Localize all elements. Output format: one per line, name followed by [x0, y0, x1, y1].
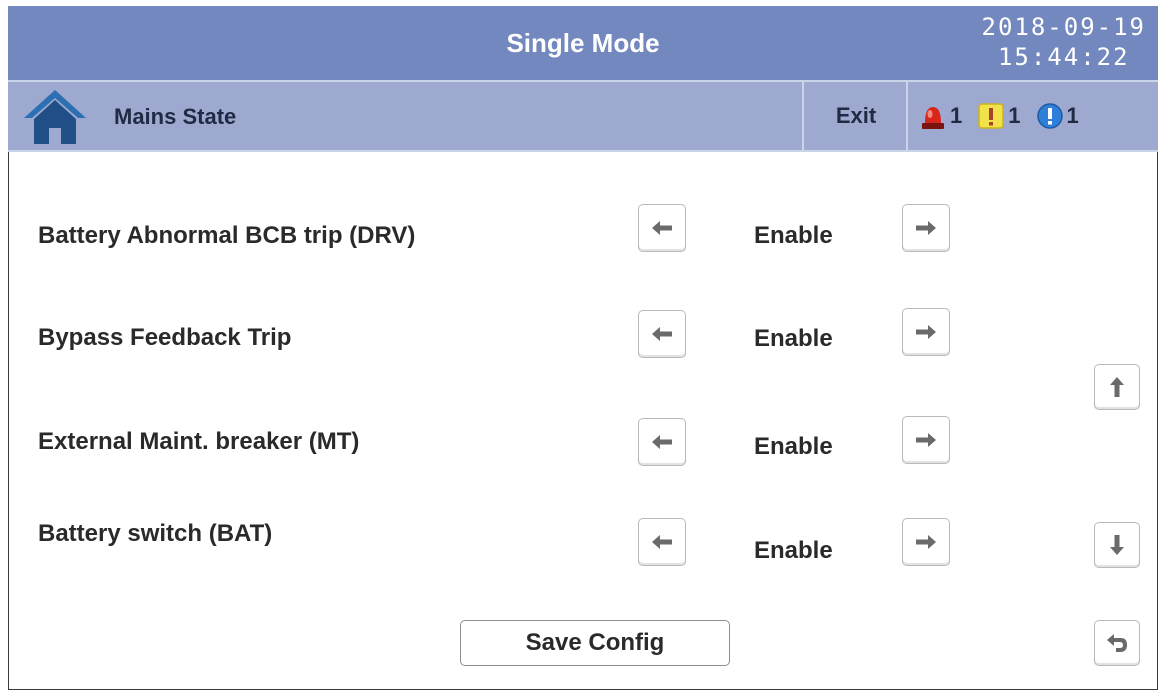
save-config-button[interactable]: Save Config — [460, 620, 730, 666]
setting-value: Enable — [754, 222, 833, 249]
section-label: Mains State — [114, 104, 237, 129]
setting-label: Battery Abnormal BCB trip (DRV) — [38, 222, 416, 249]
arrow-left-icon — [652, 221, 672, 235]
arrow-right-icon — [916, 535, 936, 549]
arrow-right-icon — [916, 221, 936, 235]
home-icon[interactable] — [22, 86, 88, 148]
back-button[interactable] — [1094, 620, 1140, 666]
date-text: 2018-09-19 — [981, 13, 1146, 41]
divider — [906, 82, 908, 150]
arrow-left-icon — [652, 327, 672, 341]
previous-value-button[interactable] — [638, 518, 686, 566]
setting-label: Bypass Feedback Trip — [38, 324, 292, 351]
next-value-button[interactable] — [902, 416, 950, 464]
warning-alarm-count: 1 — [1008, 103, 1021, 128]
datetime-display: 2018-09-19 15:44:22 — [982, 12, 1147, 72]
time-text: 15:44:22 — [997, 43, 1130, 71]
previous-value-button[interactable] — [638, 310, 686, 358]
alarm-indicators: 1 1 1 — [920, 96, 1091, 136]
red-beacon-icon[interactable] — [920, 101, 946, 131]
critical-alarm-count: 1 — [950, 103, 963, 128]
scroll-up-button[interactable] — [1094, 364, 1140, 410]
arrow-left-icon — [652, 435, 672, 449]
yellow-warning-icon[interactable] — [978, 101, 1004, 131]
previous-value-button[interactable] — [638, 418, 686, 466]
title-bar: Single Mode 2018-09-19 15:44:22 — [8, 6, 1158, 82]
next-value-button[interactable] — [902, 204, 950, 252]
info-alarm-count: 1 — [1066, 103, 1079, 128]
next-value-button[interactable] — [902, 308, 950, 356]
arrow-down-icon — [1110, 535, 1124, 555]
arrow-right-icon — [916, 433, 936, 447]
setting-value: Enable — [754, 433, 833, 460]
setting-label: External Maint. breaker (MT) — [38, 428, 360, 455]
setting-value: Enable — [754, 325, 833, 352]
blue-info-icon[interactable] — [1036, 101, 1063, 131]
next-value-button[interactable] — [902, 518, 950, 566]
previous-value-button[interactable] — [638, 204, 686, 252]
sub-bar: Mains State Exit 1 1 1 — [8, 82, 1158, 152]
arrow-up-icon — [1110, 377, 1124, 397]
scroll-down-button[interactable] — [1094, 522, 1140, 568]
setting-label: Battery switch (BAT) — [38, 520, 273, 547]
return-icon — [1107, 634, 1127, 652]
exit-button[interactable]: Exit — [804, 82, 908, 150]
arrow-right-icon — [916, 325, 936, 339]
arrow-left-icon — [652, 535, 672, 549]
setting-value: Enable — [754, 537, 833, 564]
